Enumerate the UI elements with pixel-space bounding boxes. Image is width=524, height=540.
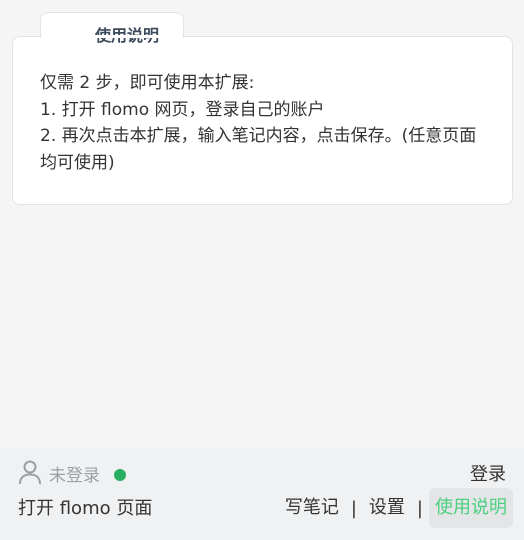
write-note-link[interactable]: 写笔记 [279,488,345,528]
open-flomo-link[interactable]: 打开 flomo 页面 [18,497,152,521]
login-link[interactable]: 登录 [470,463,506,487]
footer-nav: 写笔记 | 设置 | 使用说明 [279,488,513,528]
instruction-step-2: 2. 再次点击本扩展，输入笔记内容，点击保存。(任意页面均可使用) [40,126,477,173]
instruction-step-1: 1. 打开 flomo 网页，登录自己的账户 [40,99,325,120]
nav-separator: | [350,497,357,519]
user-icon [19,460,41,485]
instructions-text: 仅需 2 步，即可使用本扩展: 1. 打开 flomo 网页，登录自己的账户 2… [40,70,490,176]
tab-joint [41,35,183,38]
instruction-intro: 仅需 2 步，即可使用本扩展: [40,73,255,93]
help-link[interactable]: 使用说明 [429,488,513,528]
nav-separator: | [416,497,423,519]
login-status-text: 未登录 [49,466,100,486]
settings-link[interactable]: 设置 [363,488,411,528]
status-dot-icon [114,469,126,481]
